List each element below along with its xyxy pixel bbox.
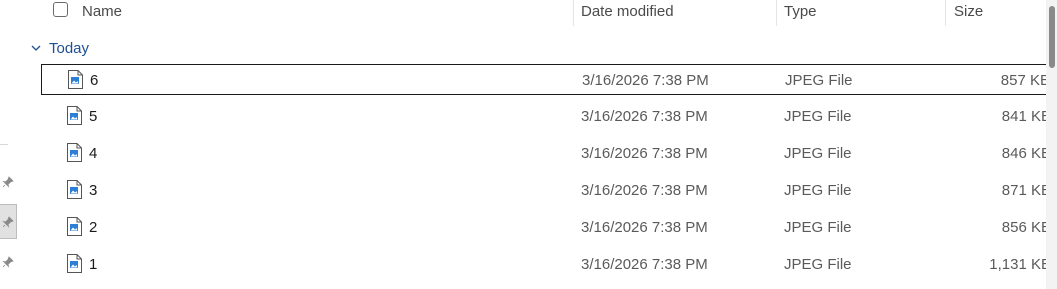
file-name: 1 <box>89 256 98 273</box>
file-size: 1,131 KB <box>989 256 1051 273</box>
file-size: 841 KB <box>1001 108 1051 125</box>
divider <box>0 144 8 145</box>
group-label: Today <box>49 39 90 57</box>
jpeg-file-icon <box>67 143 82 162</box>
file-type: JPEG File <box>785 72 853 89</box>
file-date-modified: 3/16/2026 7:38 PM <box>582 72 709 89</box>
file-name: 6 <box>90 72 99 89</box>
column-divider[interactable] <box>945 0 946 26</box>
navigation-pane-edge <box>0 0 20 289</box>
jpeg-file-icon <box>68 70 83 89</box>
jpeg-file-icon <box>67 106 82 125</box>
file-row[interactable]: 3 3/16/2026 7:38 PM JPEG File 871 KB <box>41 175 1051 206</box>
column-header-size[interactable]: Size <box>954 3 983 20</box>
file-row[interactable]: 2 3/16/2026 7:38 PM JPEG File 856 KB <box>41 212 1051 243</box>
column-header-type[interactable]: Type <box>784 3 817 20</box>
file-row[interactable]: 1 3/16/2026 7:38 PM JPEG File 1,131 KB <box>41 249 1051 280</box>
column-header: Name Date modified Type Size <box>20 0 1046 26</box>
file-name: 4 <box>89 145 98 162</box>
file-date-modified: 3/16/2026 7:38 PM <box>581 219 708 236</box>
pin-icon[interactable] <box>0 204 17 239</box>
column-divider[interactable] <box>776 0 777 26</box>
vertical-scrollbar[interactable] <box>1046 0 1057 289</box>
file-size: 871 KB <box>1001 182 1051 199</box>
file-size: 857 KB <box>1000 72 1050 89</box>
file-name: 5 <box>89 108 98 125</box>
chevron-down-icon <box>31 45 41 51</box>
scrollbar-thumb[interactable] <box>1049 6 1055 68</box>
file-size: 846 KB <box>1001 145 1051 162</box>
file-row[interactable]: 6 3/16/2026 7:38 PM JPEG File 857 KB <box>41 64 1051 95</box>
column-divider[interactable] <box>573 0 574 26</box>
file-type: JPEG File <box>784 182 852 199</box>
file-type: JPEG File <box>784 108 852 125</box>
file-type: JPEG File <box>784 145 852 162</box>
pin-icon[interactable] <box>0 172 16 192</box>
group-header-today[interactable]: Today <box>30 38 89 58</box>
file-date-modified: 3/16/2026 7:38 PM <box>581 145 708 162</box>
file-size: 856 KB <box>1001 219 1051 236</box>
file-name: 2 <box>89 219 98 236</box>
file-type: JPEG File <box>784 256 852 273</box>
file-name: 3 <box>89 182 98 199</box>
file-date-modified: 3/16/2026 7:38 PM <box>581 256 708 273</box>
jpeg-file-icon <box>67 217 82 236</box>
jpeg-file-icon <box>67 254 82 273</box>
file-row[interactable]: 5 3/16/2026 7:38 PM JPEG File 841 KB <box>41 101 1051 132</box>
column-header-date-modified[interactable]: Date modified <box>581 3 674 20</box>
file-type: JPEG File <box>784 219 852 236</box>
select-all-checkbox[interactable] <box>53 2 68 17</box>
file-date-modified: 3/16/2026 7:38 PM <box>581 108 708 125</box>
file-date-modified: 3/16/2026 7:38 PM <box>581 182 708 199</box>
pin-icon[interactable] <box>0 252 16 272</box>
jpeg-file-icon <box>67 180 82 199</box>
file-row[interactable]: 4 3/16/2026 7:38 PM JPEG File 846 KB <box>41 138 1051 169</box>
column-header-name[interactable]: Name <box>82 3 122 20</box>
